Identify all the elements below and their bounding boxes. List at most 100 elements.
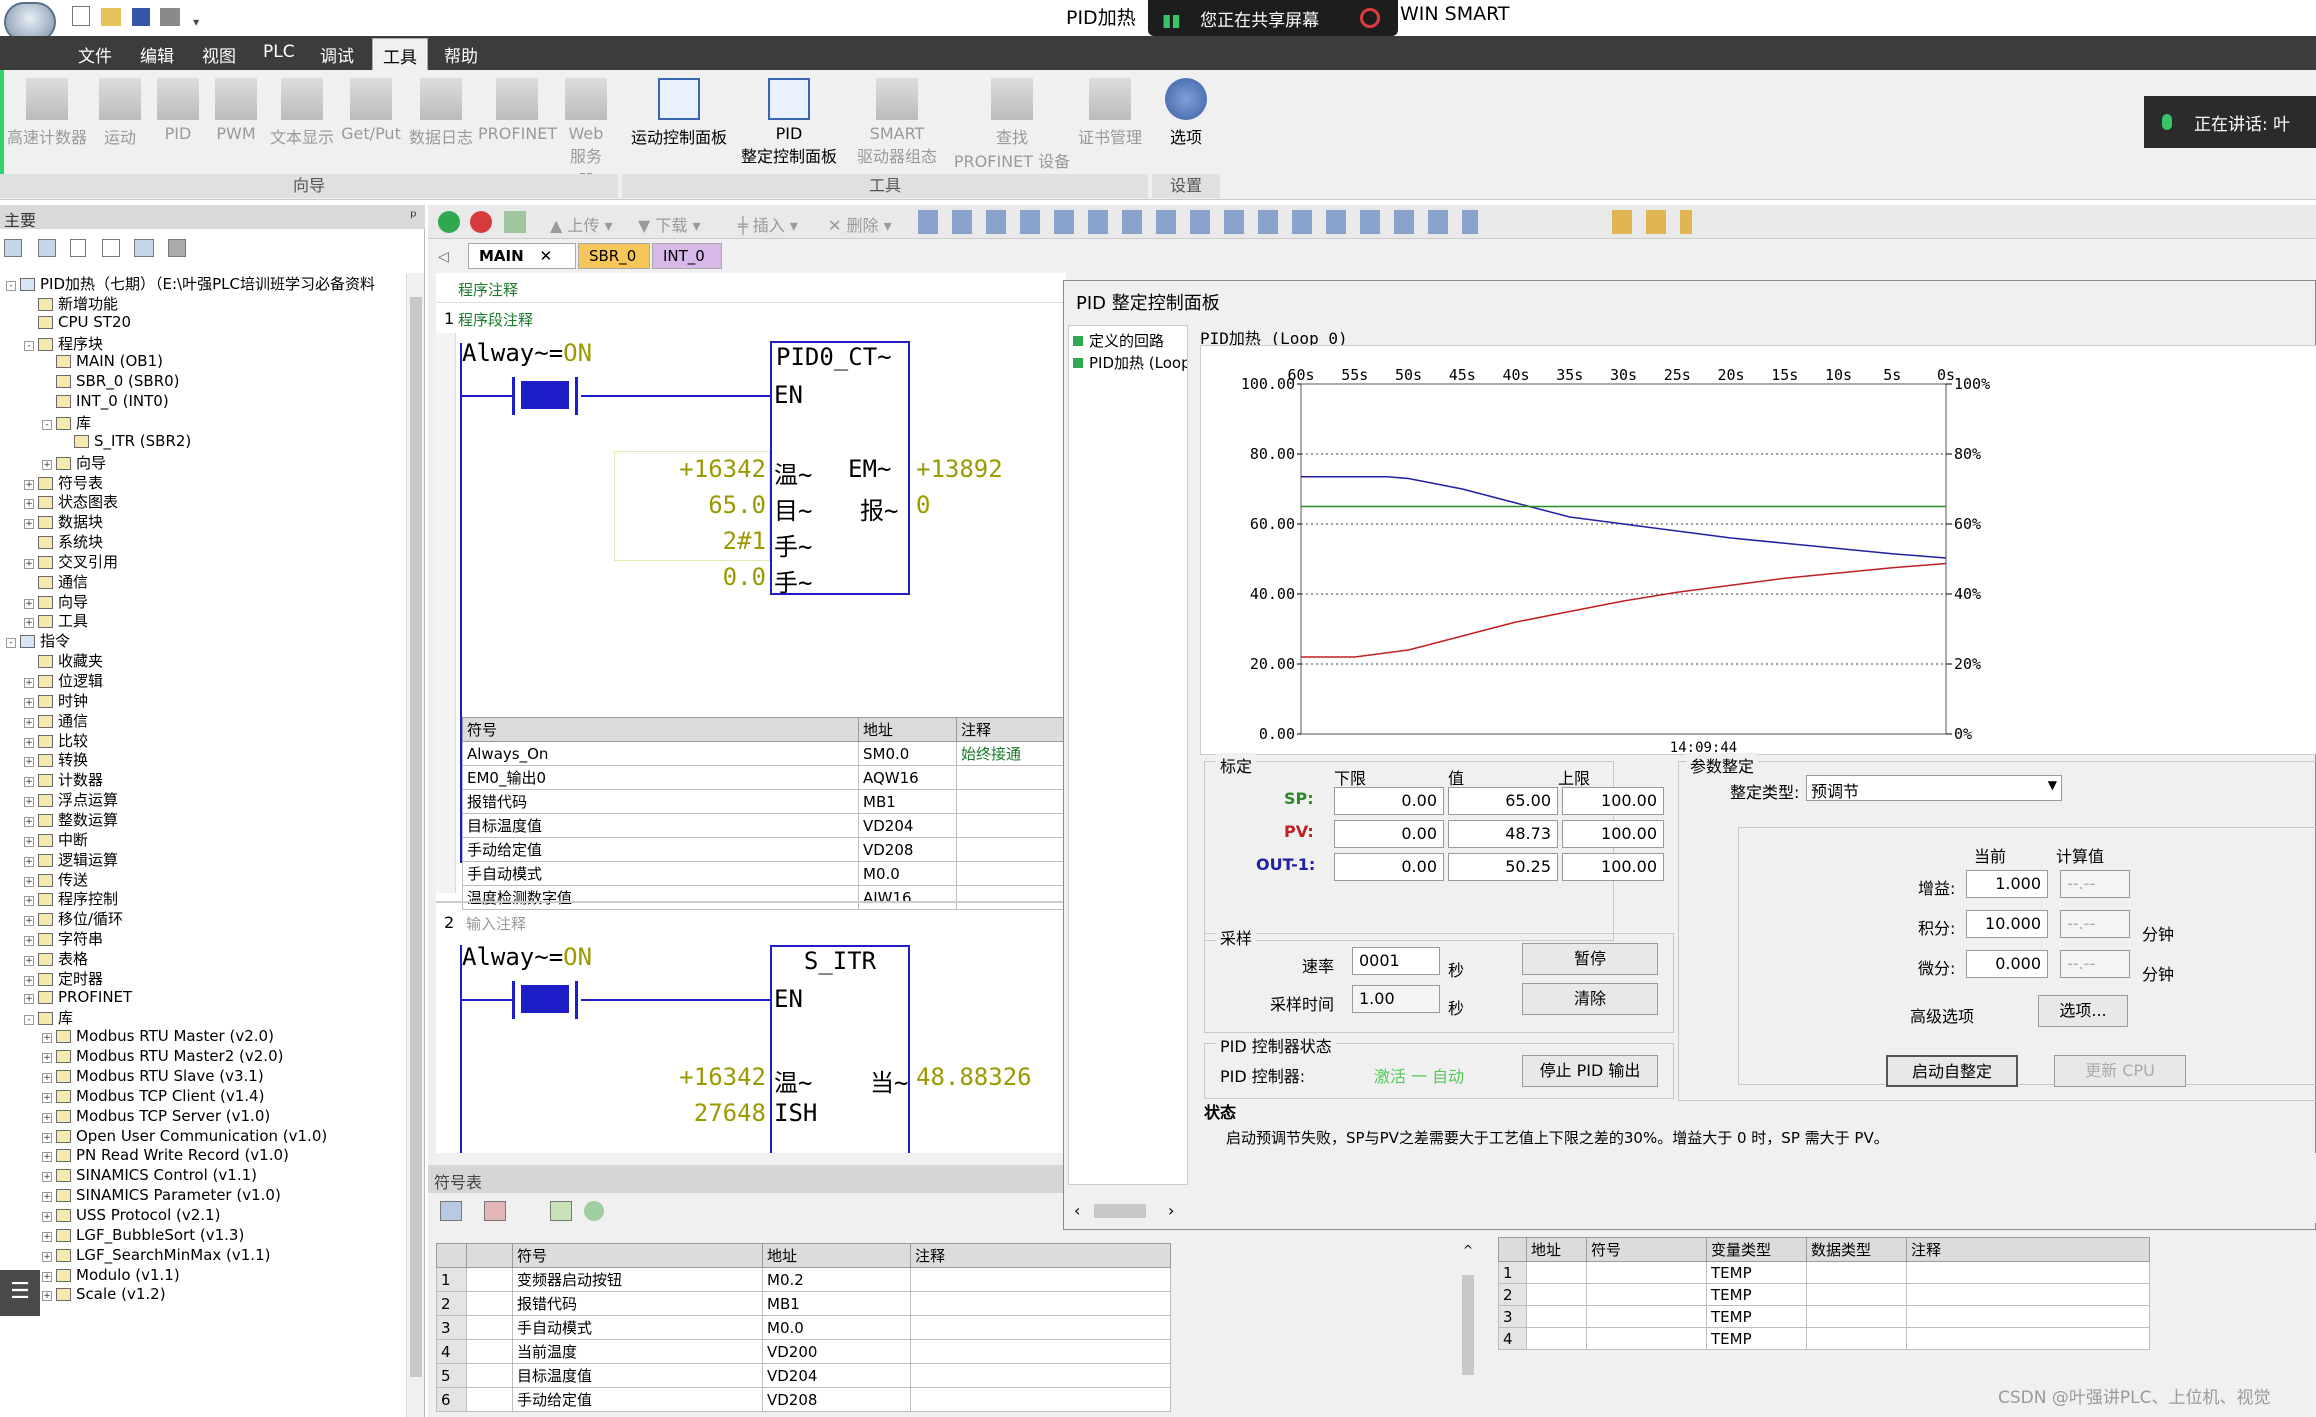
table-row[interactable]: 3 手自动模式 M0.0: [436, 1315, 1171, 1340]
tree-item[interactable]: + USS Protocol (v2.1): [42, 1206, 220, 1224]
tree-item[interactable]: + LGF_SearchMinMax (v1.1): [42, 1246, 270, 1264]
options-button[interactable]: 选项: [1154, 78, 1218, 148]
tree-item[interactable]: + 向导: [24, 591, 88, 612]
tab-main[interactable]: MAIN ✕: [468, 243, 576, 269]
smart-drive-button[interactable]: SMART 驱动器组态: [844, 78, 950, 167]
loop-tree-hscroll[interactable]: ‹ ›: [1068, 1201, 1188, 1221]
network-1-comment[interactable]: 程序段注释: [458, 309, 533, 330]
symbol-vscroll-thumb[interactable]: [1462, 1275, 1474, 1375]
tree-item[interactable]: SBR_0 (SBR0): [42, 372, 180, 390]
record-icon[interactable]: [1360, 8, 1380, 28]
table-icon[interactable]: [550, 1201, 572, 1221]
expand-icon[interactable]: +: [24, 955, 34, 966]
clear-button[interactable]: 清除: [1522, 983, 1658, 1015]
expand-icon[interactable]: +: [24, 757, 34, 768]
close-icon[interactable]: ✕: [540, 247, 553, 265]
tree-item[interactable]: + Modbus TCP Client (v1.4): [42, 1087, 264, 1105]
table-row[interactable]: 手自动模式 M0.0: [462, 861, 1066, 886]
side-menu-icon[interactable]: ☰: [0, 1270, 40, 1316]
tree-item[interactable]: + 时钟: [24, 690, 88, 711]
expand-icon[interactable]: +: [24, 777, 34, 788]
expand-icon[interactable]: +: [42, 1211, 52, 1222]
collapse-icon[interactable]: -: [42, 419, 52, 430]
expand-icon[interactable]: +: [42, 1152, 52, 1163]
scroll-thumb[interactable]: [410, 297, 422, 1377]
window-icon[interactable]: [134, 239, 154, 257]
wizard-hsc-button[interactable]: 高速计数器: [4, 78, 90, 148]
table-view-icon[interactable]: [38, 239, 56, 257]
expand-icon[interactable]: +: [42, 1112, 52, 1123]
expand-icon[interactable]: +: [42, 1132, 52, 1143]
expand-icon[interactable]: +: [24, 916, 34, 927]
network-icons[interactable]: [918, 210, 1478, 234]
tree-item[interactable]: + 数据块: [24, 511, 103, 532]
lad-editor[interactable]: 程序注释 1 程序段注释 Alway~=ON PID0_CT~ EN +1634…: [436, 273, 1066, 1153]
motion-panel-button[interactable]: 运动控制面板: [624, 78, 734, 148]
menu-view[interactable]: 视图: [202, 42, 236, 67]
menu-edit[interactable]: 编辑: [140, 42, 174, 67]
menu-file[interactable]: 文件: [78, 42, 112, 67]
compile-icon[interactable]: [504, 211, 526, 233]
tree-item[interactable]: S_ITR (SBR2): [60, 432, 191, 450]
tree-item[interactable]: + 逻辑运算: [24, 849, 118, 870]
expand-icon[interactable]: +: [42, 459, 52, 470]
tree-item[interactable]: + Modbus RTU Master2 (v2.0): [42, 1047, 283, 1065]
open-icon[interactable]: [100, 8, 121, 26]
expand-icon[interactable]: +: [24, 936, 34, 947]
expand-icon[interactable]: +: [42, 1231, 52, 1242]
table-row[interactable]: EM0_输出0 AQW16: [462, 765, 1066, 790]
sp-high-field[interactable]: 100.00: [1562, 787, 1664, 815]
tree-item[interactable]: - PID加热（七期）（E:\叶强PLC培训班学习必备资料: [6, 273, 375, 294]
expand-icon[interactable]: +: [42, 1251, 52, 1262]
monitor-icon[interactable]: [168, 239, 186, 257]
expand-icon[interactable]: +: [24, 598, 34, 609]
refresh-icon[interactable]: [584, 1201, 604, 1221]
tree-item[interactable]: + 比较: [24, 730, 88, 751]
tune-type-select[interactable]: 预调节 ▼: [1806, 775, 2062, 801]
run-icon[interactable]: [438, 211, 460, 233]
wizard-datalog-button[interactable]: 数据日志: [404, 78, 478, 148]
menu-plc[interactable]: PLC: [263, 42, 295, 62]
table-row[interactable]: 4 TEMP: [1498, 1327, 2150, 1350]
tree-item[interactable]: 新增功能: [24, 293, 118, 314]
rate-spinner[interactable]: 0001: [1352, 947, 1440, 975]
program-comment[interactable]: 程序注释: [436, 273, 1066, 303]
table-row[interactable]: 5 目标温度值 VD204: [436, 1363, 1171, 1388]
find-profinet-button[interactable]: 查找 PROFINET 设备: [950, 78, 1074, 172]
out-high-field[interactable]: 100.00: [1562, 853, 1664, 881]
tree-item[interactable]: + 交叉引用: [24, 551, 118, 572]
tree-item[interactable]: + SINAMICS Control (v1.1): [42, 1166, 257, 1184]
symbol-table[interactable]: 符号 地址 注释 1 变频器启动按钮 M0.2 2 报错代码 MB1 3 手自动模式 M0.0 4…: [436, 1243, 1171, 1412]
collapse-icon[interactable]: -: [6, 638, 16, 649]
table-row[interactable]: 2 报错代码 MB1: [436, 1291, 1171, 1316]
expand-icon[interactable]: +: [24, 816, 34, 827]
save-icon[interactable]: [131, 8, 150, 26]
tree-item[interactable]: + SINAMICS Parameter (v1.0): [42, 1186, 281, 1204]
tree-defined-loops[interactable]: 定义的回路: [1073, 330, 1164, 351]
tree-item[interactable]: + Modbus RTU Master (v2.0): [42, 1027, 274, 1045]
tree-item[interactable]: + 传送: [24, 869, 88, 890]
sharing-banner[interactable]: ▮▮ 您正在共享屏幕: [1148, 0, 1398, 36]
wizard-text-display-button[interactable]: 文本显示: [266, 78, 338, 148]
expand-icon[interactable]: +: [24, 479, 34, 490]
table-row[interactable]: 手动给定值 VD208: [462, 837, 1066, 862]
list-icon[interactable]: [102, 239, 120, 257]
tree-item[interactable]: + 表格: [24, 948, 88, 969]
tree-item[interactable]: + 向导: [42, 452, 106, 473]
insert-button[interactable]: ╪ 插入 ▾: [738, 212, 798, 236]
table-row[interactable]: 3 TEMP: [1498, 1305, 2150, 1328]
options-dialog-button[interactable]: 选项...: [2038, 995, 2128, 1027]
expand-icon[interactable]: +: [24, 499, 34, 510]
tree-item[interactable]: + PN Read Write Record (v1.0): [42, 1146, 289, 1164]
tree-item[interactable]: 通信: [24, 571, 88, 592]
tree-item[interactable]: + 工具: [24, 610, 88, 631]
add-icon[interactable]: [440, 1201, 462, 1221]
wizard-pwm-button[interactable]: PWM: [206, 78, 266, 143]
tree-scrollbar[interactable]: [406, 273, 424, 1417]
tree-item[interactable]: 系统块: [24, 531, 103, 552]
gain-field[interactable]: 1.000: [1966, 870, 2048, 898]
tree-view-icon[interactable]: [4, 239, 22, 257]
stop-icon[interactable]: [470, 211, 492, 233]
tab-int0[interactable]: INT_0: [652, 243, 722, 269]
print-icon[interactable]: [160, 8, 181, 26]
